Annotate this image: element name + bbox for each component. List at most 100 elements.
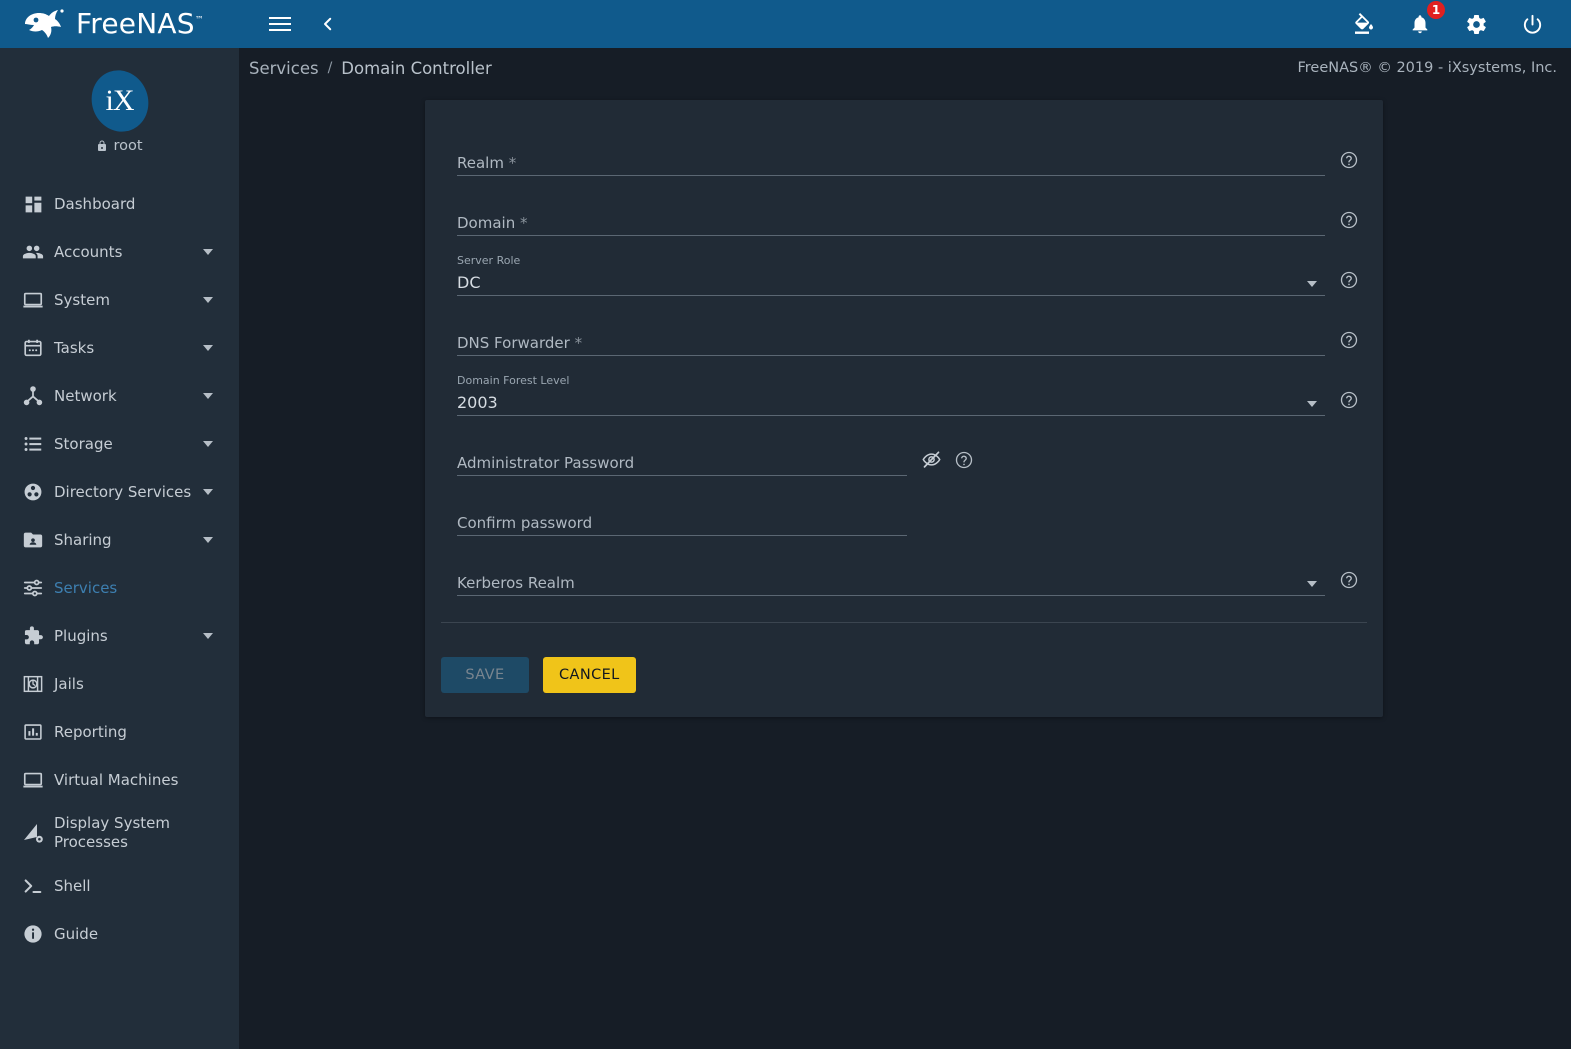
avatar-initials: iX: [105, 84, 135, 117]
paint-fill-icon[interactable]: [1349, 9, 1379, 39]
sidebar-item-label: Dashboard: [54, 194, 136, 213]
chevron-down-icon[interactable]: [203, 393, 213, 399]
sharing-icon: [12, 529, 54, 551]
server-role-label: Server Role: [457, 254, 521, 267]
realm-input[interactable]: Realm *: [457, 148, 1325, 176]
domain-forest-level-select[interactable]: 2003: [457, 388, 1325, 416]
chevron-down-icon[interactable]: [203, 297, 213, 303]
chevron-down-icon[interactable]: [203, 345, 213, 351]
freenas-fish-logo-icon: [25, 9, 64, 38]
field-domain: Domain *: [441, 184, 1367, 236]
chevron-left-icon[interactable]: [313, 9, 343, 39]
chevron-down-icon[interactable]: [1307, 281, 1317, 287]
avatar[interactable]: iX: [82, 62, 157, 140]
save-button[interactable]: SAVE: [441, 657, 529, 693]
sidebar-item-label: Tasks: [54, 338, 95, 357]
bell-icon[interactable]: 1: [1405, 0, 1446, 39]
dashboard-icon: [12, 194, 54, 215]
form-body: Realm * Domain * Server Role DC DNS Forw…: [425, 100, 1383, 635]
sidebar-item-label: Directory Services: [54, 482, 192, 501]
help-circle-icon[interactable]: [1339, 330, 1359, 354]
freenas-app: FreeNAS™ 1 iX root Dashboard Accounts Sy…: [0, 0, 1571, 1049]
help-circle-icon[interactable]: [1339, 270, 1359, 294]
chevron-down-icon[interactable]: [203, 249, 213, 255]
sidebar-item-label: Sharing: [54, 530, 112, 549]
dns-forwarder-required-mark: *: [574, 334, 583, 352]
breadcrumb-parent[interactable]: Services: [249, 59, 319, 78]
sidebar-item-display-system-processes[interactable]: Display System Processes: [0, 804, 239, 862]
help-circle-icon[interactable]: [1339, 570, 1359, 594]
reporting-icon: [12, 721, 54, 743]
sidebar-item-sharing[interactable]: Sharing: [0, 516, 239, 564]
cancel-button[interactable]: CANCEL: [543, 657, 636, 693]
sidebar-item-label: Services: [54, 578, 118, 597]
domain-forest-level-label: Domain Forest Level: [457, 374, 570, 387]
sidebar-item-jails[interactable]: Jails: [0, 660, 239, 708]
top-bar: FreeNAS™ 1: [0, 0, 1571, 48]
administrator-password-input[interactable]: Administrator Password: [457, 448, 907, 476]
chevron-down-icon[interactable]: [203, 489, 213, 495]
breadcrumb-current: Domain Controller: [341, 58, 492, 78]
accounts-icon: [12, 241, 54, 263]
storage-icon: [12, 433, 54, 455]
dns-forwarder-input[interactable]: DNS Forwarder *: [457, 328, 1325, 356]
server-role-select[interactable]: DC: [457, 268, 1325, 296]
help-circle-icon[interactable]: [1339, 150, 1359, 174]
chevron-down-icon[interactable]: [1307, 581, 1317, 587]
domain-input[interactable]: Domain *: [457, 208, 1325, 236]
network-icon: [12, 385, 54, 407]
field-realm: Realm *: [441, 124, 1367, 176]
form-actions: SAVE CANCEL: [425, 635, 1383, 717]
system-icon: [12, 289, 54, 311]
confirm-password-input[interactable]: Confirm password: [457, 508, 907, 536]
hamburger-icon[interactable]: [265, 9, 295, 39]
services-icon: [12, 577, 54, 599]
kerberos-realm-placeholder: Kerberos Realm: [457, 574, 575, 592]
sidebar-item-reporting[interactable]: Reporting: [0, 708, 239, 756]
eye-off-icon[interactable]: [921, 449, 942, 474]
chevron-down-icon[interactable]: [203, 441, 213, 447]
help-circle-icon[interactable]: [1339, 210, 1359, 234]
help-circle-icon[interactable]: [954, 450, 974, 474]
user-profile: iX root: [0, 48, 239, 164]
server-role-value: DC: [457, 273, 481, 292]
brand-logo-area[interactable]: FreeNAS™: [0, 0, 239, 48]
breadcrumb: Services / Domain Controller FreeNAS® © …: [239, 48, 1571, 88]
sidebar-item-label: Jails: [54, 674, 84, 693]
dns-forwarder-placeholder: DNS Forwarder: [457, 334, 570, 352]
brand-name: FreeNAS™: [76, 10, 204, 38]
sidebar-item-label: Plugins: [54, 626, 108, 645]
brand-trademark: ™: [194, 15, 204, 26]
main-content: Services / Domain Controller FreeNAS® © …: [239, 48, 1571, 1049]
lock-icon: [98, 140, 107, 151]
sidebar-item-virtual-machines[interactable]: Virtual Machines: [0, 756, 239, 804]
sidebar-item-label: Network: [54, 386, 117, 405]
administrator-password-placeholder: Administrator Password: [457, 454, 635, 472]
domain-placeholder: Domain: [457, 214, 516, 232]
sidebar-item-label: Storage: [54, 434, 113, 453]
shell-icon: [12, 875, 54, 897]
sidebar-item-shell[interactable]: Shell: [0, 862, 239, 910]
sidebar-item-directory-services[interactable]: Directory Services: [0, 468, 239, 516]
sidebar-item-dashboard[interactable]: Dashboard: [0, 180, 239, 228]
sidebar-item-storage[interactable]: Storage: [0, 420, 239, 468]
kerberos-realm-select[interactable]: Kerberos Realm: [457, 568, 1325, 596]
chevron-down-icon[interactable]: [1307, 401, 1317, 407]
gear-icon[interactable]: [1461, 9, 1491, 39]
sidebar-item-accounts[interactable]: Accounts: [0, 228, 239, 276]
field-server-role: Server Role DC: [441, 244, 1367, 296]
chevron-down-icon[interactable]: [203, 537, 213, 543]
sidebar-item-label: Virtual Machines: [54, 770, 179, 789]
sidebar-item-network[interactable]: Network: [0, 372, 239, 420]
help-circle-icon[interactable]: [1339, 390, 1359, 414]
sidebar-item-plugins[interactable]: Plugins: [0, 612, 239, 660]
sidebar-item-guide[interactable]: Guide: [0, 910, 239, 958]
topbar-left-controls: [239, 9, 343, 39]
copyright-text: FreeNAS® © 2019 - iXsystems, Inc.: [1297, 60, 1557, 76]
directory-services-icon: [12, 481, 54, 503]
chevron-down-icon[interactable]: [203, 633, 213, 639]
sidebar-item-tasks[interactable]: Tasks: [0, 324, 239, 372]
sidebar-item-services[interactable]: Services: [0, 564, 239, 612]
sidebar-item-system[interactable]: System: [0, 276, 239, 324]
power-icon[interactable]: [1517, 9, 1547, 39]
